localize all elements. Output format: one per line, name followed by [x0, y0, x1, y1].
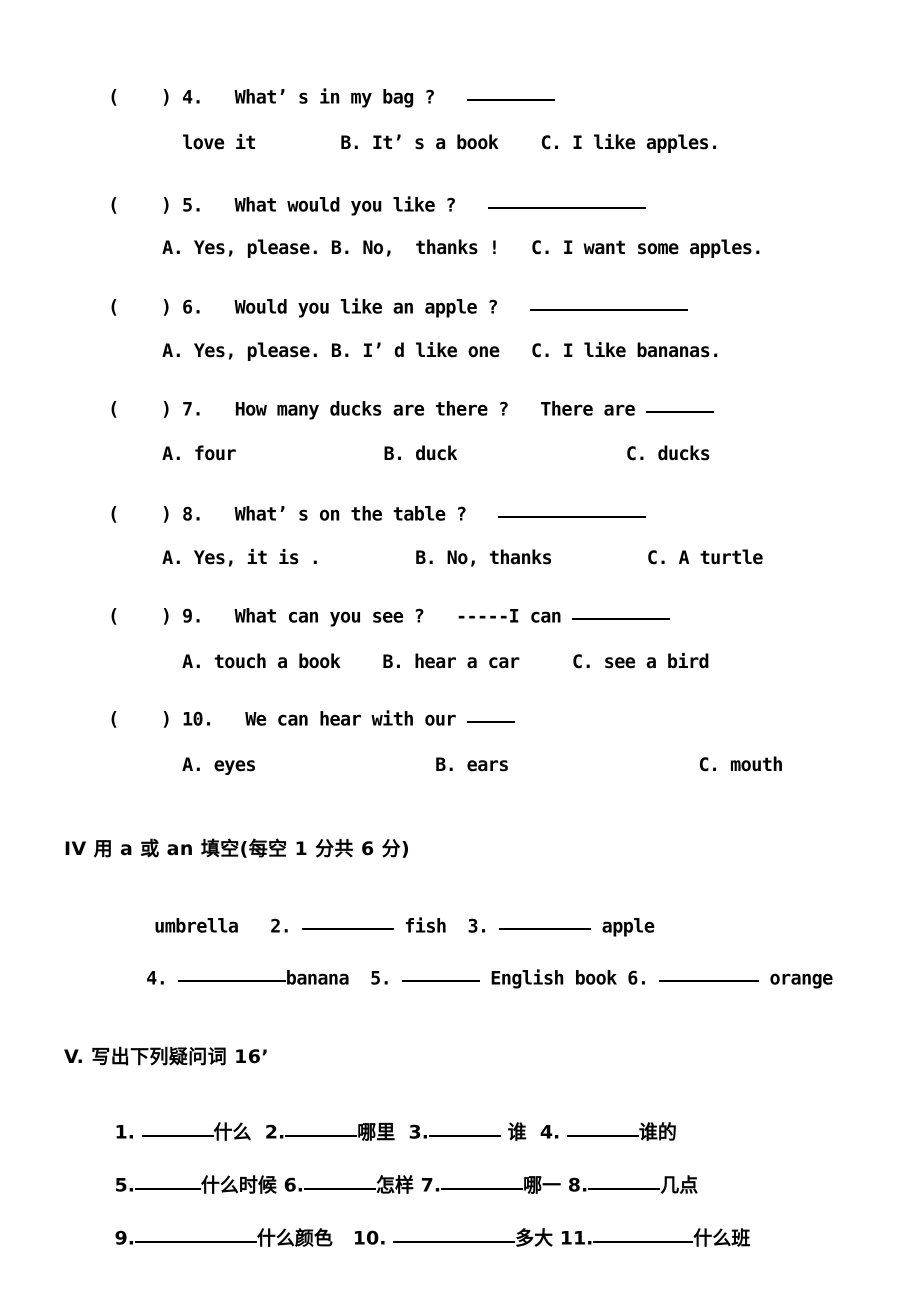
v-item-1-number: 1.: [114, 1121, 135, 1144]
section-v-heading: V. 写出下列疑问词 16’: [64, 1046, 269, 1068]
v-item-6-blank[interactable]: [304, 1171, 377, 1190]
question-stem-9: What can you see ? -----I can: [234, 605, 562, 627]
iv-item-2-word: fish: [404, 915, 447, 937]
answer-bracket-6[interactable]: ( ): [108, 297, 172, 318]
options-text-5: A. Yes, please. B. No, thanks ! C. I wan…: [162, 237, 763, 259]
question-number-9: 9.: [181, 605, 204, 627]
question-stem-5: What would you like ?: [234, 194, 457, 216]
v-item-4-word: 谁的: [638, 1121, 677, 1144]
question-stem-6: Would you like an apple ?: [234, 296, 499, 318]
answer-blank-6[interactable]: [529, 293, 688, 311]
question-number-10: 10.: [181, 708, 214, 730]
question-number-7: 7.: [181, 398, 204, 420]
iv-item-4-blank[interactable]: [177, 964, 286, 982]
iv-item-6-number: 6.: [627, 967, 649, 989]
v-item-1-word: 什么: [213, 1121, 252, 1144]
v-item-8-word: 几点: [660, 1174, 699, 1197]
v-item-9-word: 什么颜色: [256, 1227, 333, 1250]
answer-bracket-4[interactable]: ( ): [108, 87, 172, 108]
options-row-10: A. eyes B. ears C. mouth: [140, 738, 783, 794]
question-number-6: 6.: [181, 296, 204, 318]
section-v-row-3: 9. 什么颜色 10. 多大 11. 什么班: [88, 1205, 750, 1268]
section-iv-heading: IV 用 a 或 an 填空(每空 1 分共 6 分): [64, 838, 411, 860]
v-item-8-blank[interactable]: [588, 1171, 661, 1190]
v-item-11-word: 什么班: [693, 1227, 751, 1250]
answer-blank-7[interactable]: [645, 395, 714, 413]
question-stem-8: What’ s on the table ?: [234, 503, 467, 525]
options-row-4: love it B. It’ s a book C. I like apples…: [140, 116, 720, 172]
v-item-7-number: 7.: [420, 1174, 442, 1197]
answer-bracket-9[interactable]: ( ): [108, 606, 172, 627]
iv-item-3-number: 3.: [467, 915, 490, 937]
v-item-3-number: 3.: [408, 1121, 429, 1144]
v-item-11-blank[interactable]: [593, 1224, 694, 1243]
question-number-8: 8.: [181, 503, 204, 525]
iv-item-4-word: banana: [285, 967, 350, 989]
v-item-5-number: 5.: [114, 1174, 135, 1197]
v-item-6-word: 怎样: [376, 1174, 415, 1197]
iv-item-4-number: 4.: [146, 967, 168, 989]
answer-blank-5[interactable]: [487, 191, 646, 209]
iv-item-2-number: 2.: [270, 915, 292, 937]
v-item-7-word: 哪一: [523, 1174, 562, 1197]
v-item-9-blank[interactable]: [134, 1224, 257, 1243]
iv-item-5-number: 5.: [370, 967, 392, 989]
v-item-6-number: 6.: [283, 1174, 305, 1197]
iv-item-2-blank[interactable]: [301, 912, 394, 930]
question-stem-10: We can hear with our: [245, 708, 456, 730]
answer-bracket-8[interactable]: ( ): [108, 504, 172, 525]
v-item-3-blank[interactable]: [428, 1118, 501, 1137]
v-item-3-word: 谁: [507, 1121, 527, 1144]
options-text-4: love it B. It’ s a book C. I like apples…: [182, 132, 720, 154]
iv-item-3-word: apple: [601, 915, 655, 937]
options-row-8: A. Yes, it is . B. No, thanks C. A turtl…: [120, 531, 763, 587]
v-item-2-number: 2.: [264, 1121, 286, 1144]
v-item-10-word: 多大: [515, 1227, 554, 1250]
section-iv-line-2: 4. banana 5. English book 6. orange: [104, 945, 833, 1007]
v-item-9-number: 9.: [114, 1227, 135, 1250]
options-text-10: A. eyes B. ears C. mouth: [182, 754, 783, 776]
worksheet-page: ( ) 4. What’ s in my bag ? love it B. It…: [0, 0, 920, 1300]
v-item-5-word: 什么时候: [200, 1174, 277, 1197]
iv-item-5-word: English book: [490, 967, 617, 989]
question-number-5: 5.: [181, 194, 204, 216]
answer-blank-9[interactable]: [571, 602, 670, 620]
v-item-2-blank[interactable]: [285, 1118, 358, 1137]
options-text-8: A. Yes, it is . B. No, thanks C. A turtl…: [162, 547, 763, 569]
options-text-6: A. Yes, please. B. I’ d like one C. I li…: [162, 340, 721, 362]
v-item-1-blank[interactable]: [141, 1118, 214, 1137]
v-item-10-blank[interactable]: [393, 1224, 516, 1243]
options-row-5: A. Yes, please. B. No, thanks ! C. I wan…: [120, 221, 763, 277]
v-item-4-number: 4.: [539, 1121, 561, 1144]
answer-blank-8[interactable]: [498, 500, 647, 518]
answer-bracket-5[interactable]: ( ): [108, 195, 172, 216]
options-row-6: A. Yes, please. B. I’ d like one C. I li…: [120, 324, 721, 380]
options-text-7: A. four B. duck C. ducks: [162, 443, 711, 465]
iv-item-3-blank[interactable]: [499, 912, 592, 930]
v-item-7-blank[interactable]: [441, 1171, 524, 1190]
iv-lead-word: umbrella: [154, 915, 239, 937]
question-number-4: 4.: [181, 86, 204, 108]
v-item-11-number: 11.: [559, 1227, 594, 1250]
question-stem-7: How many ducks are there ? There are: [234, 398, 636, 420]
iv-item-6-blank[interactable]: [658, 964, 759, 982]
v-item-8-number: 8.: [567, 1174, 589, 1197]
v-item-2-word: 哪里: [357, 1121, 396, 1144]
v-item-5-blank[interactable]: [134, 1171, 201, 1190]
answer-bracket-7[interactable]: ( ): [108, 399, 172, 420]
answer-blank-4[interactable]: [466, 83, 555, 101]
options-row-9: A. touch a book B. hear a car C. see a b…: [140, 635, 710, 691]
iv-item-6-word: orange: [769, 967, 833, 989]
v-item-4-blank[interactable]: [566, 1118, 639, 1137]
answer-blank-10[interactable]: [466, 705, 515, 723]
options-row-7: A. four B. duck C. ducks: [120, 427, 711, 483]
options-text-9: A. touch a book B. hear a car C. see a b…: [182, 651, 710, 673]
v-item-10-number: 10.: [352, 1227, 387, 1250]
iv-item-5-blank[interactable]: [401, 964, 480, 982]
answer-bracket-10[interactable]: ( ): [108, 709, 172, 730]
question-stem-4: What’ s in my bag ?: [234, 86, 436, 108]
